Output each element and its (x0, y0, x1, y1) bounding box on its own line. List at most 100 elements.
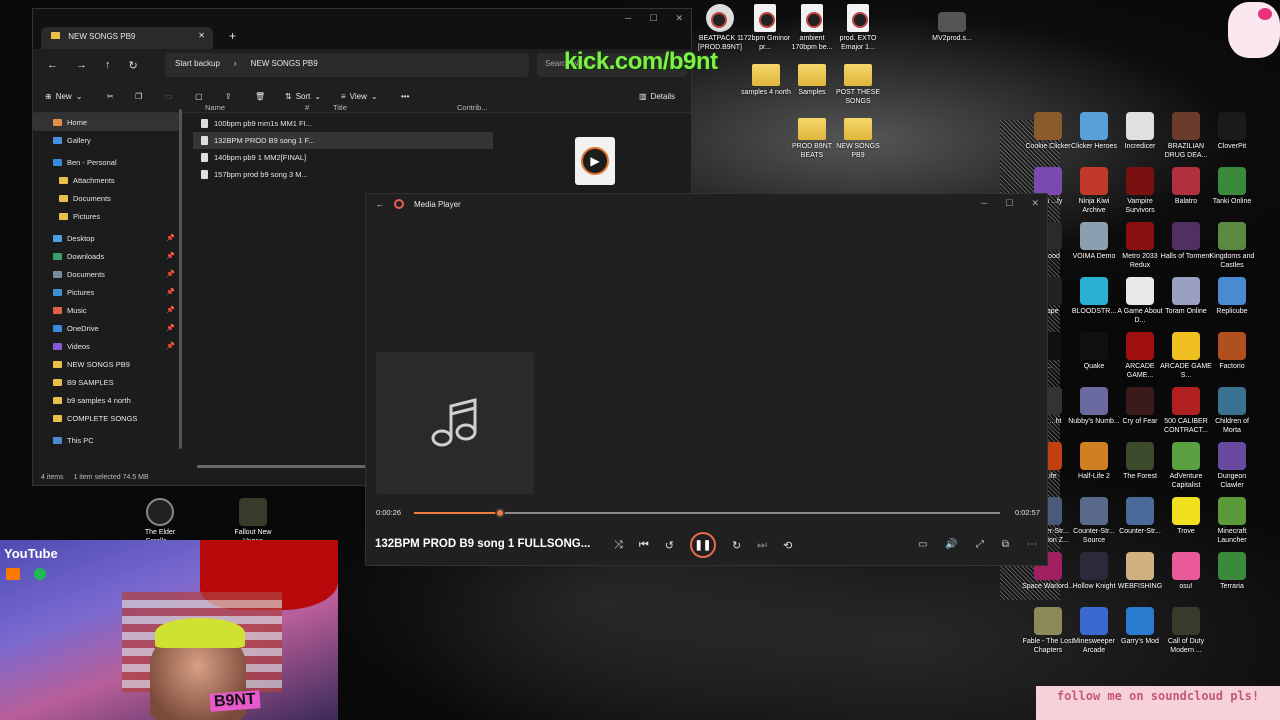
desktop-shortcut[interactable]: Hollow Knight (1068, 552, 1120, 591)
desktop-shortcut[interactable]: Vampire Survivors (1114, 167, 1166, 215)
desktop-shortcut[interactable]: ARCADE GAME... (1114, 332, 1166, 380)
pin-icon[interactable]: 📌 (166, 306, 175, 314)
file-row[interactable]: 132BPM PROD B9 song 1 F... (193, 132, 493, 149)
sidebar-item[interactable]: Videos 📌 (33, 337, 181, 355)
desktop-shortcut[interactable]: Children of Morta (1206, 387, 1258, 435)
pin-icon[interactable]: 📌 (166, 252, 175, 260)
minimize-icon[interactable]: ─ (981, 198, 987, 209)
sidebar-item[interactable]: Attachments (33, 171, 181, 189)
pin-icon[interactable]: 📌 (166, 342, 175, 350)
more-options-icon[interactable]: ⋯ (1027, 539, 1037, 550)
sidebar-item[interactable]: OneDrive 📌 (33, 319, 181, 337)
back-icon[interactable]: ← (47, 59, 58, 72)
desktop-folder[interactable]: PROD B9NT BEATS (786, 114, 838, 160)
miniplayer-icon[interactable]: ▭ (918, 539, 927, 550)
desktop-shortcut[interactable]: Incredicer (1114, 112, 1166, 151)
desktop-file-icon[interactable]: MV2prod.s... (926, 12, 978, 43)
copy-button[interactable]: ❐ (135, 92, 142, 101)
desktop-shortcut[interactable]: BLOODSTR... (1068, 277, 1120, 316)
desktop-shortcut[interactable]: Trove (1160, 497, 1212, 536)
desktop-shortcut[interactable]: Metro 2033 Redux (1114, 222, 1166, 270)
column-number[interactable]: # (305, 103, 333, 112)
desktop-shortcut[interactable]: Cookie Clicker (1022, 112, 1074, 151)
desktop-shortcut[interactable]: AdVenture Capitalist (1160, 442, 1212, 490)
breadcrumb-root[interactable]: Start backup (175, 59, 220, 71)
desktop-shortcut[interactable]: The Forest (1114, 442, 1166, 481)
file-row[interactable]: 157bpm prod b9 song 3 M... (193, 166, 493, 183)
desktop-shortcut[interactable]: Clicker Heroes (1068, 112, 1120, 151)
close-icon[interactable]: ✕ (1031, 198, 1039, 209)
pin-icon[interactable]: 📌 (166, 324, 175, 332)
volume-icon[interactable]: 🔊 (945, 539, 957, 550)
sidebar-item[interactable]: This PC (33, 431, 181, 449)
desktop-shortcut[interactable]: ARCADE GAME S... (1160, 332, 1212, 380)
seek-track[interactable] (414, 508, 1000, 518)
desktop-shortcut[interactable]: Factorio (1206, 332, 1258, 371)
desktop-shortcut[interactable]: Terraria (1206, 552, 1258, 591)
file-row[interactable]: 140bpm pb9 1 MM2[FINAL] (193, 149, 493, 166)
desktop-shortcut[interactable]: Dungeon Clawler (1206, 442, 1258, 490)
desktop-shortcut[interactable]: Minecraft Launcher (1206, 497, 1258, 545)
desktop-shortcut[interactable]: Toram Online (1160, 277, 1212, 316)
sidebar-item[interactable]: Music 📌 (33, 301, 181, 319)
forward-30-icon[interactable]: ↻ (732, 539, 741, 552)
desktop-shortcut[interactable]: Halls of Torment (1160, 222, 1212, 261)
desktop-shortcut[interactable]: Half-Life 2 (1068, 442, 1120, 481)
sidebar-item[interactable]: Downloads 📌 (33, 247, 181, 265)
desktop-shortcut[interactable]: Minesweeper Arcade (1068, 607, 1120, 655)
sidebar-item[interactable]: NEW SONGS PB9 (33, 355, 181, 373)
sidebar-item[interactable]: Documents (33, 189, 181, 207)
sidebar-item[interactable]: b9 samples 4 north (33, 391, 181, 409)
pin-icon[interactable]: 📌 (166, 288, 175, 296)
pin-icon[interactable]: 📌 (166, 270, 175, 278)
sidebar-item[interactable]: Pictures (33, 207, 181, 225)
desktop-shortcut[interactable]: osu! (1160, 552, 1212, 591)
forward-icon[interactable]: → (76, 59, 87, 72)
next-icon[interactable]: ⏭ (757, 539, 767, 552)
desktop-shortcut[interactable]: Replicube (1206, 277, 1258, 316)
desktop-shortcut[interactable]: Counter-Str... Source (1068, 497, 1120, 545)
new-tab-button[interactable]: + (229, 29, 236, 43)
column-contrib[interactable]: Contrib... (457, 103, 493, 112)
fullscreen-icon[interactable]: ⤢ (976, 539, 984, 550)
address-bar[interactable]: Start backup › NEW SONGS PB9 (165, 53, 529, 77)
close-icon[interactable]: ✕ (675, 13, 683, 24)
desktop-shortcut[interactable]: Quake (1068, 332, 1120, 371)
desktop-shortcut[interactable]: Call of Duty Modern ... (1160, 607, 1212, 655)
desktop-shortcut[interactable]: Tanki Online (1206, 167, 1258, 206)
vertical-scrollbar[interactable] (179, 109, 182, 449)
desktop-shortcut[interactable]: BRAZILIAN DRUG DEA... (1160, 112, 1212, 160)
desktop-folder[interactable]: NEW SONGS PB9 (832, 114, 884, 160)
desktop-shortcut[interactable]: Nubby's Numb... (1068, 387, 1120, 426)
desktop-shortcut[interactable]: Kingdoms and Castles (1206, 222, 1258, 270)
rewind-10-icon[interactable]: ↺ (665, 539, 674, 552)
sidebar-item[interactable]: Desktop 📌 (33, 229, 181, 247)
sidebar-item[interactable]: Pictures 📌 (33, 283, 181, 301)
column-title[interactable]: Title (333, 103, 457, 112)
repeat-off-icon[interactable]: ⟲ (783, 539, 792, 552)
seek-bar[interactable]: 0:00:26 0:02:57 (376, 506, 1040, 518)
pause-button[interactable]: ❚❚ (689, 532, 716, 558)
desktop-folder[interactable]: Samples (786, 60, 838, 97)
desktop-shortcut[interactable]: Fable - The Lost Chapters (1022, 607, 1074, 655)
up-icon[interactable]: ↑ (105, 59, 111, 72)
desktop-shortcut[interactable]: 500 CALIBER CONTRACT... (1160, 387, 1212, 435)
desktop-shortcut[interactable]: Balatro (1160, 167, 1212, 206)
minimize-icon[interactable]: ─ (625, 13, 631, 24)
sidebar-item[interactable]: COMPLETE SONGS (33, 409, 181, 427)
desktop-file-icon[interactable]: 172bpm Gminor pr... (739, 4, 791, 52)
sidebar-item[interactable]: Gallery (33, 131, 181, 149)
refresh-icon[interactable]: ↻ (129, 59, 138, 72)
desktop-shortcut[interactable]: VOIMA Demo (1068, 222, 1120, 261)
explorer-tab[interactable]: NEW SONGS PB9 ✕ (41, 27, 213, 49)
desktop-file-icon[interactable]: prod. EXTO Emajor 1... (832, 4, 884, 52)
sidebar-item[interactable]: Documents 📌 (33, 265, 181, 283)
desktop-file-icon[interactable]: ambient 170bpm be... (786, 4, 838, 52)
desktop-folder[interactable]: samples 4 north (740, 60, 792, 97)
desktop-shortcut[interactable]: A Game About D... (1114, 277, 1166, 325)
sidebar-item[interactable]: Ben - Personal (33, 153, 181, 171)
sidebar-item[interactable]: Home (33, 113, 181, 131)
file-row[interactable]: 100bpm pb9 mm1s MM1 FI... (193, 115, 493, 132)
new-button[interactable]: ⊕ New ⌄ (45, 92, 82, 101)
cast-icon[interactable]: ⧉ (1002, 539, 1009, 550)
